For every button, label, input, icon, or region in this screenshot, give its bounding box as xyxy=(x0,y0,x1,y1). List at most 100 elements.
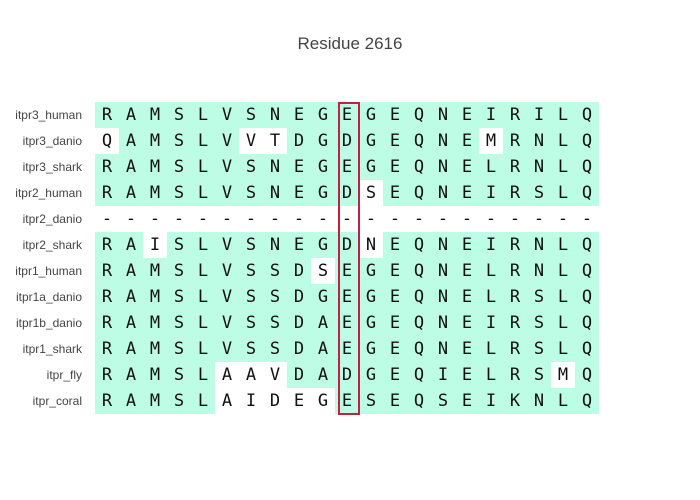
residue-cell: D xyxy=(335,128,359,154)
residue-cell: V xyxy=(245,131,257,151)
residue-cell: L xyxy=(191,284,215,310)
residue-cell: E xyxy=(287,154,311,180)
residue-cell: S xyxy=(239,310,263,336)
residue-cell: R xyxy=(95,232,119,258)
residue-cell: A xyxy=(221,391,233,411)
residue-cell: G xyxy=(311,154,335,180)
residue-cell: E xyxy=(455,180,479,206)
residue-cell: - xyxy=(437,209,449,229)
residue-cell: R xyxy=(95,258,119,284)
residue-cell: S xyxy=(167,284,191,310)
residue-cell: A xyxy=(119,362,143,388)
residue-cell: A xyxy=(311,362,335,388)
residue-cell: E xyxy=(455,362,479,388)
alignment-row: RAMSLAIDEGESEQSEIKNLQ xyxy=(95,388,599,414)
residue-cell: N xyxy=(431,284,455,310)
residue-cell: D xyxy=(287,336,311,362)
residue-cell: Q xyxy=(575,232,599,258)
alignment-row: --------------------- xyxy=(95,206,599,232)
sequence-label: itpr1b_danio xyxy=(15,316,82,330)
residue-cell: L xyxy=(551,128,575,154)
residue-cell: L xyxy=(479,336,503,362)
residue-cell: D xyxy=(269,391,281,411)
residue-cell: L xyxy=(551,258,575,284)
residue-cell: L xyxy=(479,154,503,180)
residue-cell: Q xyxy=(575,180,599,206)
residue-cell: N xyxy=(527,154,551,180)
residue-cell: K xyxy=(503,388,527,414)
sequence-label: itpr_fly xyxy=(46,368,82,382)
sequence-label: itpr1_shark xyxy=(22,342,82,356)
residue-cell: S xyxy=(167,128,191,154)
residue-cell: S xyxy=(167,180,191,206)
residue-cell: N xyxy=(263,180,287,206)
residue-cell: - xyxy=(125,209,137,229)
residue-cell: Q xyxy=(575,284,599,310)
residue-cell: S xyxy=(167,388,191,414)
sequence-label: itpr2_human xyxy=(15,186,82,200)
residue-cell: S xyxy=(263,258,287,284)
residue-cell: G xyxy=(317,391,329,411)
residue-cell: M xyxy=(143,180,167,206)
residue-cell: R xyxy=(503,102,527,128)
residue-cell: D xyxy=(335,232,359,258)
residue-cell: L xyxy=(551,154,575,180)
residue-cell: Q xyxy=(407,154,431,180)
residue-cell: I xyxy=(149,235,161,255)
residue-cell: N xyxy=(365,235,377,255)
alignment-row: RAISLVSNEGDNEQNEIRNLQ xyxy=(95,232,599,258)
residue-cell: L xyxy=(191,128,215,154)
residue-cell: Q xyxy=(407,258,431,284)
residue-cell: S xyxy=(167,336,191,362)
residue-cell: Q xyxy=(575,310,599,336)
residue-cell: S xyxy=(527,362,551,388)
residue-cell: N xyxy=(527,258,551,284)
residue-cell: I xyxy=(245,391,257,411)
residue-cell: I xyxy=(479,232,503,258)
residue-cell: M xyxy=(143,154,167,180)
residue-cell: - xyxy=(101,209,113,229)
residue-cell: N xyxy=(527,232,551,258)
residue-cell: S xyxy=(239,336,263,362)
residue-cell: A xyxy=(119,336,143,362)
residue-cell: S xyxy=(167,362,191,388)
residue-cell: E xyxy=(455,388,479,414)
sequence-label: itpr2_shark xyxy=(22,238,82,252)
residue-cell: R xyxy=(503,362,527,388)
residue-cell: Q xyxy=(575,388,599,414)
alignment-row: RAMSLVSNEGEGEQNEIRILQ xyxy=(95,102,599,128)
residue-cell: N xyxy=(527,388,551,414)
residue-cell: - xyxy=(197,209,209,229)
residue-cell: S xyxy=(263,284,287,310)
residue-cell: A xyxy=(245,365,257,385)
residue-cell: A xyxy=(119,258,143,284)
residue-cell: G xyxy=(311,232,335,258)
residue-cell: D xyxy=(287,310,311,336)
residue-cell: T xyxy=(269,131,281,151)
residue-cell: M xyxy=(143,310,167,336)
alignment-row: QAMSLVVTDGDGEQNEMRNLQ xyxy=(95,128,599,154)
residue-cell: V xyxy=(215,284,239,310)
residue-cell: A xyxy=(119,180,143,206)
residue-cell: V xyxy=(269,365,281,385)
residue-cell: D xyxy=(287,258,311,284)
residue-cell: V xyxy=(215,232,239,258)
residue-cell: E xyxy=(383,180,407,206)
sequence-label: itpr2_danio xyxy=(22,212,82,226)
residue-cell: N xyxy=(431,336,455,362)
residue-cell: I xyxy=(527,102,551,128)
residue-cell: L xyxy=(479,284,503,310)
residue-cell: - xyxy=(149,209,161,229)
residue-cell: E xyxy=(335,310,359,336)
residue-cell: R xyxy=(503,310,527,336)
residue-cell: I xyxy=(431,362,455,388)
residue-cell: S xyxy=(317,261,329,281)
residue-cell: - xyxy=(533,209,545,229)
residue-cell: L xyxy=(551,284,575,310)
residue-cell: S xyxy=(527,310,551,336)
residue-cell: E xyxy=(335,154,359,180)
residue-cell: - xyxy=(461,209,473,229)
residue-cell: N xyxy=(431,310,455,336)
residue-cell: N xyxy=(527,128,551,154)
residue-cell: G xyxy=(359,310,383,336)
